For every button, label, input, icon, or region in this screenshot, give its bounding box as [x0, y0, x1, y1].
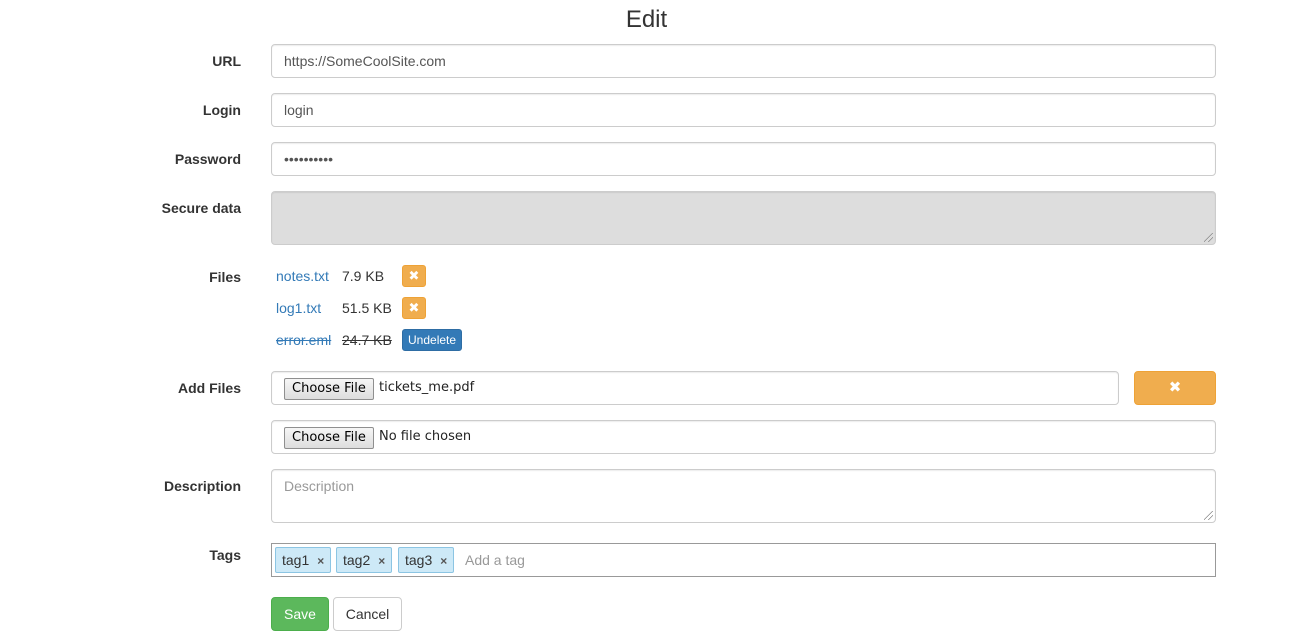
- page-title: Edit: [625, 6, 668, 33]
- remove-file-button[interactable]: ✖: [402, 265, 426, 287]
- secure-data-textarea: [271, 191, 1216, 245]
- password-input[interactable]: ••••••••••: [271, 142, 1216, 176]
- choose-file-button[interactable]: Choose File: [284, 427, 374, 449]
- tag-remove-icon[interactable]: ×: [378, 554, 385, 568]
- file-link[interactable]: notes.txt: [276, 268, 329, 284]
- tag-label: tag3: [405, 552, 433, 568]
- file-link[interactable]: error.eml: [276, 332, 331, 348]
- login-input[interactable]: login: [271, 93, 1216, 127]
- close-icon: ✖: [408, 300, 420, 315]
- add-files-label: Add Files: [177, 380, 241, 396]
- password-label: Password: [174, 151, 241, 167]
- remove-file-button[interactable]: ✖: [402, 297, 426, 319]
- files-label: Files: [209, 269, 241, 285]
- chosen-file-name: tickets_me.pdf: [379, 380, 475, 395]
- resize-grip-icon[interactable]: [1204, 233, 1213, 242]
- close-icon: ✖: [408, 268, 420, 283]
- close-icon: ✖: [1168, 379, 1182, 396]
- remove-file-input-button[interactable]: ✖: [1134, 371, 1216, 405]
- tag-remove-icon[interactable]: ×: [317, 554, 324, 568]
- tag-label: tag1: [282, 552, 310, 568]
- tag-chip: tag1 ×: [275, 547, 332, 573]
- cancel-button[interactable]: Cancel: [333, 597, 402, 631]
- tags-label: Tags: [209, 547, 241, 563]
- tags-input[interactable]: tag1 × tag2 × tag3 × Add a tag: [271, 543, 1216, 577]
- file-size: 51.5 KB: [342, 300, 392, 316]
- description-placeholder: Description: [284, 478, 355, 494]
- resize-grip-icon[interactable]: [1204, 511, 1213, 520]
- add-tag-input[interactable]: Add a tag: [465, 544, 525, 576]
- tag-chip: tag2 ×: [336, 547, 393, 573]
- description-textarea[interactable]: Description: [271, 469, 1216, 523]
- file-size: 7.9 KB: [342, 268, 385, 284]
- tag-chip: tag3 ×: [398, 547, 455, 573]
- file-link[interactable]: log1.txt: [276, 300, 321, 316]
- undelete-button[interactable]: Undelete: [402, 329, 463, 351]
- login-label: Login: [202, 102, 241, 118]
- file-item: log1.txt 51.5 KB ✖: [276, 297, 426, 319]
- url-label: URL: [212, 53, 241, 69]
- file-input[interactable]: Choose File tickets_me.pdf: [271, 371, 1119, 405]
- chosen-file-name: No file chosen: [379, 429, 472, 444]
- url-input[interactable]: https://SomeCoolSite.com: [271, 44, 1216, 78]
- description-label: Description: [163, 478, 241, 494]
- file-item: notes.txt 7.9 KB ✖: [276, 265, 426, 287]
- choose-file-button[interactable]: Choose File: [284, 378, 374, 400]
- file-size: 24.7 KB: [342, 332, 392, 348]
- file-item-deleted: error.eml 24.7 KB Undelete: [276, 329, 463, 351]
- tag-label: tag2: [343, 552, 371, 568]
- save-button[interactable]: Save: [271, 597, 329, 631]
- tag-remove-icon[interactable]: ×: [440, 554, 447, 568]
- file-input[interactable]: Choose File No file chosen: [271, 420, 1216, 454]
- secure-data-label: Secure data: [161, 200, 241, 216]
